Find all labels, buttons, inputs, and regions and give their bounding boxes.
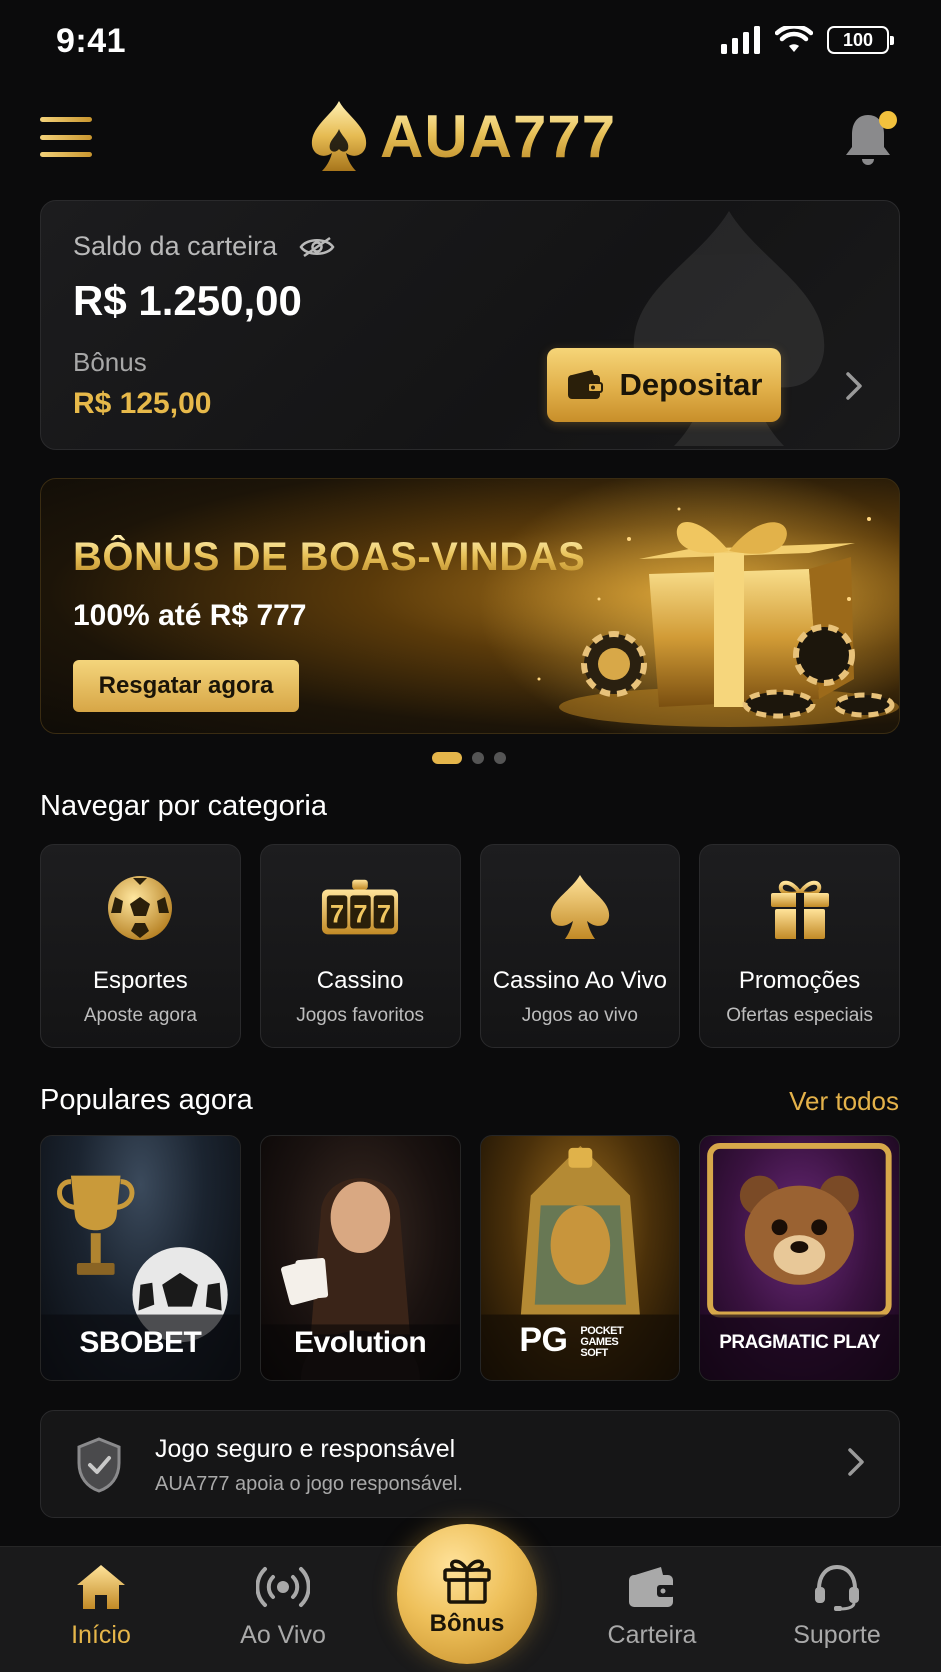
chevron-right-icon xyxy=(848,1448,864,1476)
signal-icon xyxy=(721,26,760,54)
soccer-ball-icon xyxy=(100,871,180,945)
popular-title: Populares agora xyxy=(40,1084,253,1116)
wallet-icon xyxy=(624,1561,680,1613)
carousel-dot-2[interactable] xyxy=(472,752,484,764)
svg-text:7: 7 xyxy=(354,901,368,929)
category-promotions[interactable]: Promoções Ofertas especiais xyxy=(699,844,900,1048)
gift-box-illustration xyxy=(479,479,899,733)
provider-sbobet-label: SBOBET xyxy=(79,1326,202,1359)
status-bar: 9:41 100 xyxy=(0,0,941,90)
notification-bell-icon[interactable] xyxy=(843,109,899,169)
carousel-dot-3[interactable] xyxy=(494,752,506,764)
wallet-balance-label: Saldo da carteira xyxy=(73,231,278,261)
provider-evolution-label: Evolution xyxy=(294,1326,427,1359)
live-broadcast-icon xyxy=(255,1561,311,1613)
battery-indicator: 100 xyxy=(827,26,894,54)
nav-label: Suporte xyxy=(793,1621,881,1649)
slot-777-icon: 7 7 7 xyxy=(320,871,400,945)
bonus-label: Bônus xyxy=(73,347,147,377)
deposit-button[interactable]: Depositar xyxy=(547,348,781,422)
banner-subtitle: 100% até R$ 777 xyxy=(73,599,307,632)
banner-title: BÔNUS DE BOAS-VINDAS xyxy=(73,535,586,579)
category-sports[interactable]: Esportes Aposte agora xyxy=(40,844,241,1048)
wallet-balance-amount: R$ 1.250,00 xyxy=(73,277,302,324)
game-card-evolution[interactable]: Evolution xyxy=(259,1135,461,1381)
category-sub: Jogos favoritos xyxy=(296,1005,425,1026)
responsible-gaming-card[interactable]: Jogo seguro e responsável AUA777 apoia o… xyxy=(40,1410,900,1518)
game-card-pragmatic-play[interactable]: PRAGMATIC PLAY xyxy=(699,1135,900,1381)
nav-label: Ao Vivo xyxy=(240,1621,326,1649)
status-time: 9:41 xyxy=(56,22,127,60)
provider-pg-tagline: POCKET GAMES SOFT xyxy=(580,1324,624,1359)
game-card-pg-soft[interactable]: PG POCKET GAMES SOFT xyxy=(479,1135,681,1381)
gift-icon xyxy=(443,1559,491,1604)
headset-icon xyxy=(809,1561,865,1613)
hamburger-menu-icon[interactable] xyxy=(40,113,92,161)
nav-label: Carteira xyxy=(607,1621,697,1649)
provider-pragmatic-label: PRAGMATIC PLAY xyxy=(719,1332,881,1353)
provider-pg-text: PG xyxy=(519,1321,568,1359)
wallet-label-row: Saldo da carteira xyxy=(73,231,335,262)
brand-logo: AUA777 xyxy=(308,99,616,173)
nav-label: Início xyxy=(71,1621,131,1649)
nav-live[interactable]: Ao Vivo xyxy=(213,1561,353,1661)
app-header: AUA777 xyxy=(0,95,941,185)
gift-icon xyxy=(760,871,840,945)
popular-games-row: SBOBET Evolution PG POCKET GAMES SOFT PR… xyxy=(40,1135,900,1381)
nav-label: Bônus xyxy=(429,1610,505,1637)
wallet-card: Saldo da carteira R$ 1.250,00 Bônus R$ 1… xyxy=(40,200,900,450)
category-sub: Aposte agora xyxy=(83,1005,197,1026)
game-card-sbobet[interactable]: SBOBET xyxy=(40,1135,241,1381)
claim-now-button[interactable]: Resgatar agora xyxy=(73,660,299,712)
responsible-subtitle: AUA777 apoia o jogo responsável. xyxy=(155,1473,463,1495)
shield-check-icon xyxy=(77,1437,121,1493)
category-name: Cassino xyxy=(316,967,404,994)
carousel-dots xyxy=(432,752,506,764)
responsible-title: Jogo seguro e responsável xyxy=(155,1435,456,1463)
notification-dot xyxy=(879,111,897,129)
wallet-icon xyxy=(567,370,603,399)
provider-pg-label: PG POCKET GAMES SOFT xyxy=(481,1321,680,1360)
deposit-label: Depositar xyxy=(619,367,763,402)
chevron-right-icon[interactable] xyxy=(845,371,863,401)
bonus-amount: R$ 125,00 xyxy=(73,387,212,420)
nav-bonus-center-button[interactable]: Bônus xyxy=(397,1524,537,1664)
category-sub: Jogos ao vivo xyxy=(521,1005,638,1026)
eye-hidden-icon[interactable] xyxy=(299,235,335,259)
svg-text:7: 7 xyxy=(377,901,391,929)
category-name: Promoções xyxy=(738,967,861,994)
category-live-casino[interactable]: Cassino Ao Vivo Jogos ao vivo xyxy=(479,844,681,1048)
logo-text: AUA777 xyxy=(380,102,617,170)
home-icon xyxy=(73,1561,129,1613)
svg-text:7: 7 xyxy=(330,901,344,929)
carousel-dot-1[interactable] xyxy=(432,752,462,764)
spade-flame-logo-icon xyxy=(311,101,367,171)
category-name: Esportes xyxy=(93,967,188,994)
see-all-link[interactable]: Ver todos xyxy=(789,1086,899,1117)
nav-support[interactable]: Suporte xyxy=(767,1561,907,1661)
wifi-icon xyxy=(775,26,813,52)
category-sub: Ofertas especiais xyxy=(726,1005,874,1026)
category-name: Cassino Ao Vivo xyxy=(492,967,668,994)
spade-icon xyxy=(540,871,620,945)
nav-wallet[interactable]: Carteira xyxy=(582,1561,722,1661)
nav-home[interactable]: Início xyxy=(31,1561,171,1661)
promo-banner[interactable]: BÔNUS DE BOAS-VINDAS 100% até R$ 777 Res… xyxy=(40,478,900,734)
categories-title: Navegar por categoria xyxy=(40,790,327,822)
category-grid: Esportes Aposte agora 7 7 7 Cassino Jogo… xyxy=(40,844,900,1048)
category-casino[interactable]: 7 7 7 Cassino Jogos favoritos xyxy=(259,844,461,1048)
status-icons: 100 xyxy=(721,26,894,54)
